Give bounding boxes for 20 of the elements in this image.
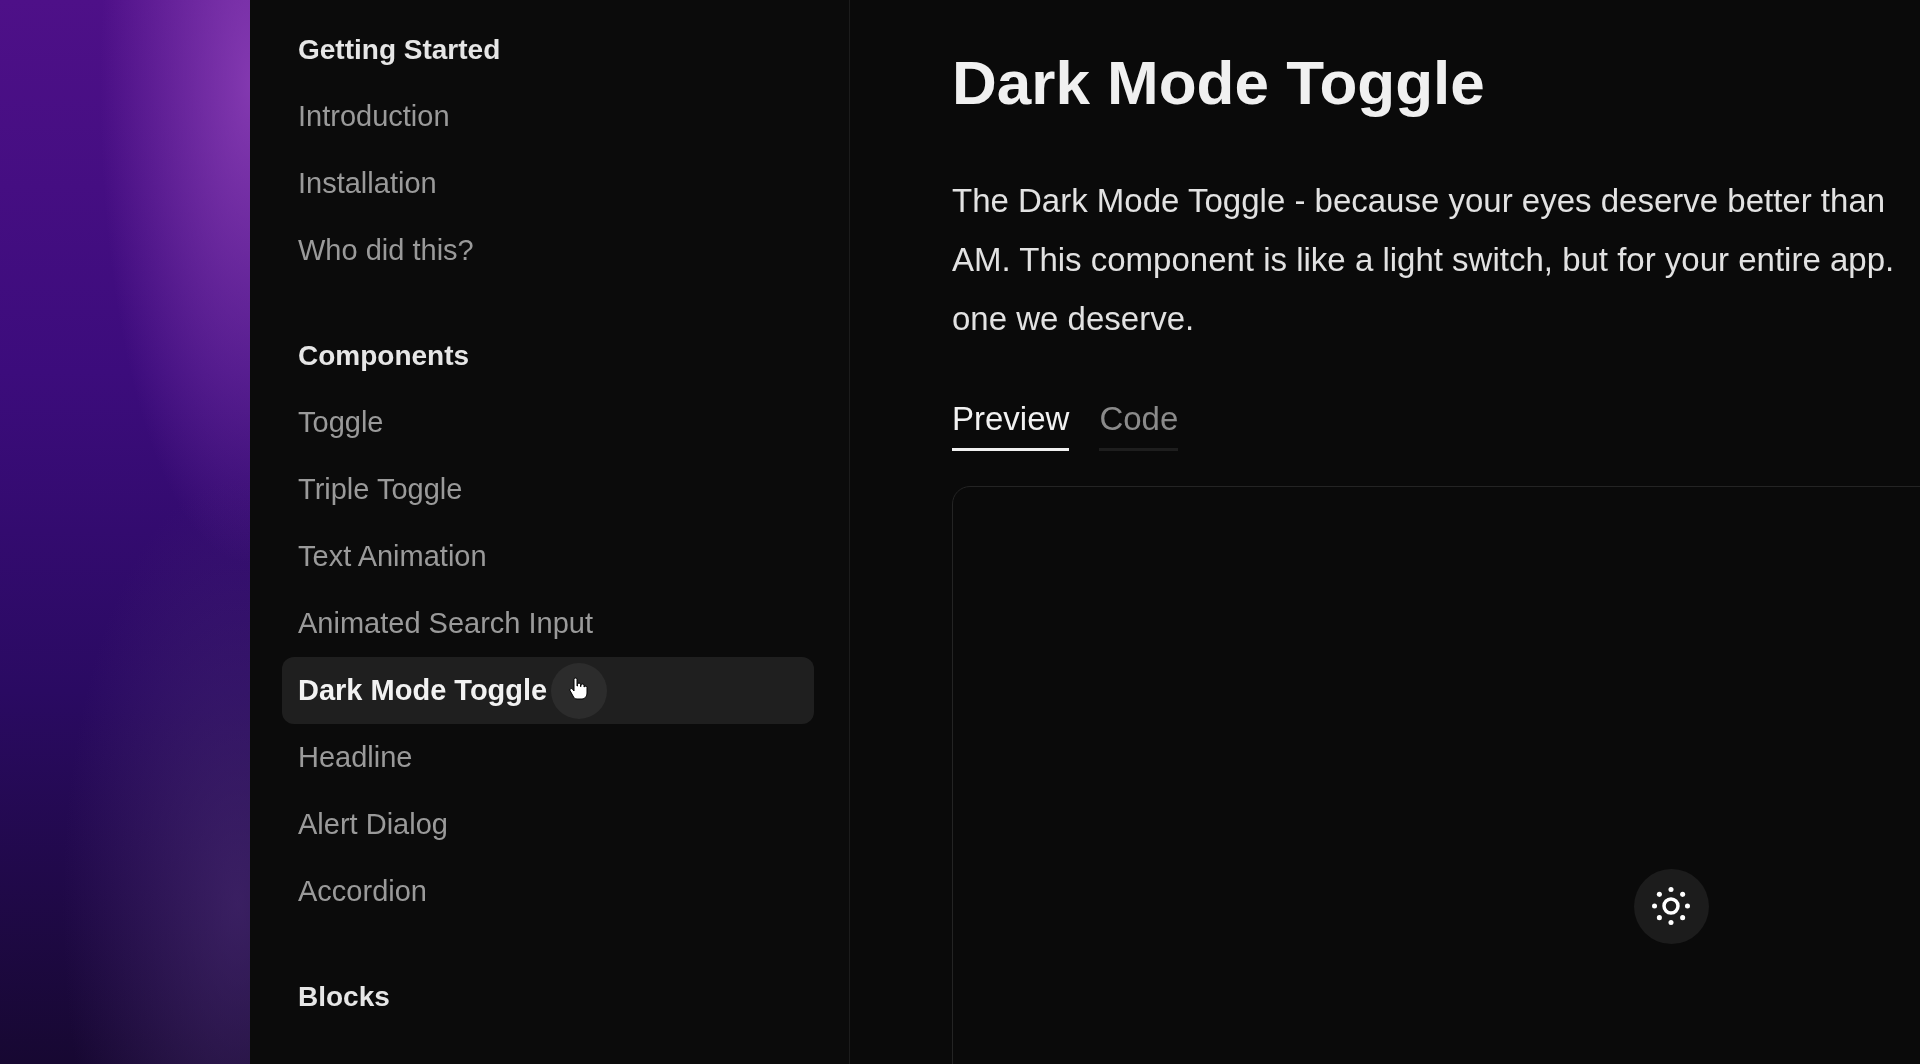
sidebar-item[interactable]: Who did this? [282,217,814,284]
sidebar-item[interactable]: Text Animation [282,523,814,590]
sidebar-item[interactable]: Triple Toggle [282,456,814,523]
tab[interactable]: Preview [952,399,1070,451]
sidebar-item[interactable]: Dark Mode Toggle [282,657,814,724]
sidebar-item[interactable]: Accordion [282,858,814,925]
sidebar-item[interactable]: Installation [282,150,814,217]
section-heading: Components [298,339,470,372]
pointer-cursor-icon [551,662,608,719]
sidebar-item[interactable]: Animated Search Input [282,590,814,657]
tab[interactable]: Code [1099,399,1179,451]
sidebar-item[interactable]: Toggle [282,389,814,456]
sun-icon [1652,887,1690,925]
sidebar-item[interactable]: Headline [282,724,814,791]
description-text: The Dark Mode Toggle - because your eyes deserve better than AM. This component is like a light switch, but for your entire app. one we deserve. [952,181,1895,339]
page-title: Dark Mode Toggle [952,47,1485,119]
sidebar-item[interactable]: Alert Dialog [282,791,814,858]
sidebar-item[interactable]: Introduction [282,83,814,150]
section-heading: Getting Started [298,33,501,66]
section-heading: Blocks [298,980,390,1013]
